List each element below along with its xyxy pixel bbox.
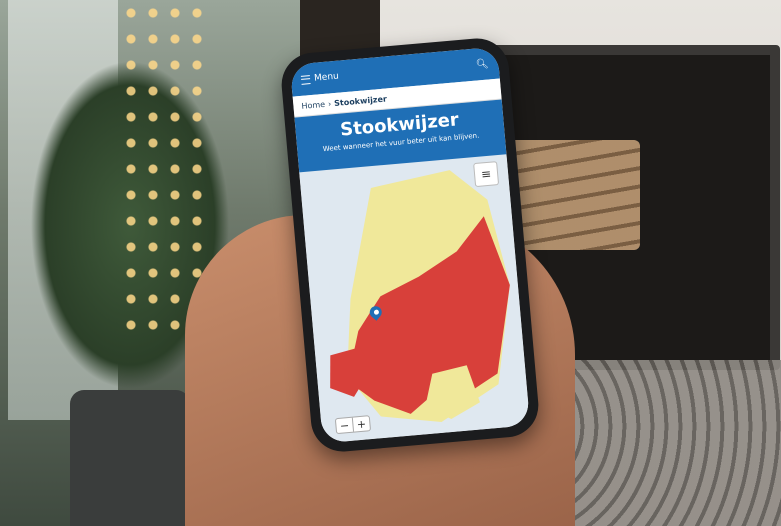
layers-icon[interactable]: ≡ — [473, 161, 500, 188]
menu-button[interactable]: Menu — [300, 71, 340, 85]
breadcrumb-separator: › — [327, 98, 332, 109]
plant-pot — [70, 390, 190, 526]
smartphone: Menu 🔍︎ Home › Stookwijzer Stookwijzer W… — [279, 35, 541, 455]
map[interactable]: ≡ − + — [299, 154, 531, 444]
map-netherlands — [330, 170, 510, 423]
zoom-out-button[interactable]: − — [335, 417, 355, 434]
menu-label: Menu — [313, 71, 340, 84]
search-icon[interactable]: 🔍︎ — [475, 58, 489, 70]
breadcrumb-home[interactable]: Home — [301, 99, 325, 110]
zoom-control: − + — [334, 415, 372, 435]
photo-scene: Menu 🔍︎ Home › Stookwijzer Stookwijzer W… — [0, 0, 781, 526]
hamburger-icon — [300, 74, 311, 85]
zoom-in-button[interactable]: + — [353, 416, 370, 431]
breadcrumb-current: Stookwijzer — [333, 93, 388, 108]
phone-screen: Menu 🔍︎ Home › Stookwijzer Stookwijzer W… — [289, 46, 531, 444]
